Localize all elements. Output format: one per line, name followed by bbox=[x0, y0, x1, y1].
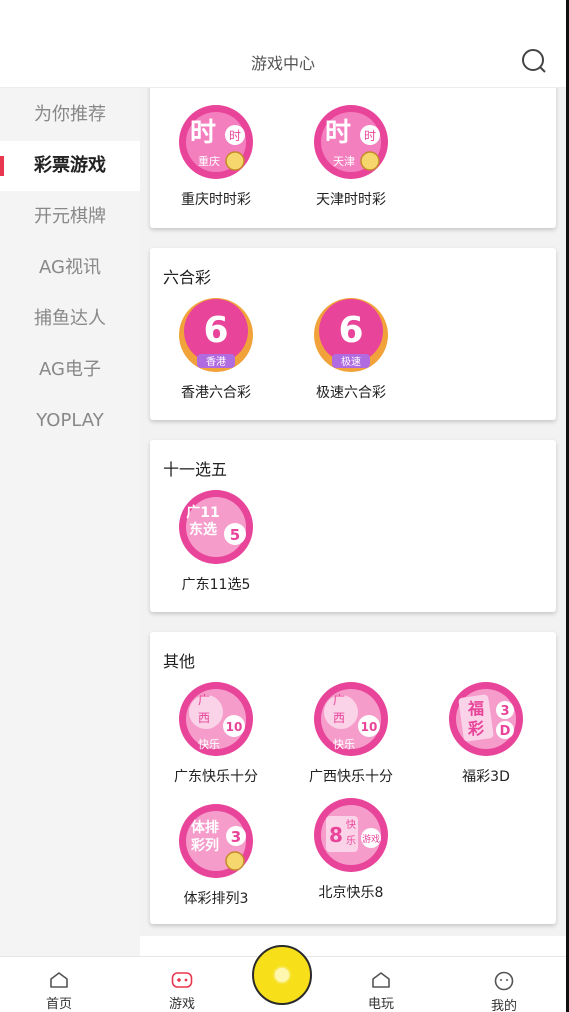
game-label: 重庆时时彩 bbox=[181, 192, 251, 208]
speed-mark-six-icon: 6 极速 bbox=[314, 298, 388, 372]
game-list[interactable]: 时 时 重庆 重庆时时彩 时 时 天津 天津时时彩 六合彩 6 香港 香港六合彩… bbox=[140, 88, 566, 936]
game-guangdong-happy10[interactable]: 广 西 10 快乐 广东快乐十分 bbox=[156, 682, 276, 786]
svg-text:快乐: 快乐 bbox=[198, 738, 220, 751]
game-label: 极速六合彩 bbox=[316, 385, 386, 401]
category-sidebar: 为你推荐 彩票游戏 开元棋牌 AG视讯 捕鱼达人 AG电子 YOPLAY bbox=[0, 88, 140, 956]
game-chongqing-ssc[interactable]: 时 时 重庆 重庆时时彩 bbox=[156, 105, 276, 209]
game-fucai-3d[interactable]: 福 彩 3 D 福彩3D bbox=[426, 682, 546, 786]
search-icon[interactable] bbox=[521, 48, 547, 74]
tab-label: 首页 bbox=[45, 997, 72, 1012]
sidebar-item-fishing[interactable]: 捕鱼达人 bbox=[0, 294, 140, 344]
svg-text:游戏: 游戏 bbox=[362, 833, 380, 845]
svg-text:福: 福 bbox=[467, 699, 484, 718]
svg-text:广11: 广11 bbox=[186, 504, 219, 521]
game-label: 广西快乐十分 bbox=[309, 769, 393, 785]
game-label: 香港六合彩 bbox=[181, 385, 251, 401]
hk-mark-six-icon: 6 香港 bbox=[179, 298, 253, 372]
sidebar-item-recommend[interactable]: 为你推荐 bbox=[0, 90, 140, 140]
svg-text:广: 广 bbox=[333, 693, 345, 707]
ticai-pl3-icon: 体排 彩列 3 bbox=[179, 804, 253, 878]
svg-text:乐: 乐 bbox=[346, 835, 356, 847]
game-label: 福彩3D bbox=[462, 769, 510, 785]
guangdong-happy10-icon: 广 西 10 快乐 bbox=[179, 682, 253, 756]
guangxi-happy10-icon: 广 西 10 快乐 bbox=[314, 682, 388, 756]
center-action-button[interactable] bbox=[252, 945, 312, 1005]
svg-text:天津: 天津 bbox=[333, 155, 355, 168]
home-icon bbox=[50, 972, 68, 988]
game-label: 广东11选5 bbox=[181, 577, 251, 593]
svg-text:西: 西 bbox=[198, 711, 210, 725]
svg-text:6: 6 bbox=[338, 310, 363, 351]
svg-text:香港: 香港 bbox=[206, 356, 226, 368]
section-title: 其他 bbox=[163, 652, 196, 671]
sidebar-item-ag-live[interactable]: AG视讯 bbox=[0, 243, 140, 293]
top-header: 游戏中心 bbox=[0, 0, 566, 88]
tab-label: 电玩 bbox=[367, 997, 394, 1012]
svg-text:时: 时 bbox=[364, 129, 376, 143]
arcade-icon bbox=[372, 972, 390, 988]
svg-text:西: 西 bbox=[333, 711, 345, 725]
profile-icon bbox=[494, 971, 514, 991]
svg-text:彩: 彩 bbox=[467, 719, 484, 738]
game-guangdong-11x5[interactable]: 广11 东选 5 广东11选5 bbox=[156, 490, 276, 594]
svg-text:彩列: 彩列 bbox=[190, 837, 219, 854]
svg-text:时: 时 bbox=[229, 129, 241, 143]
svg-text:体排: 体排 bbox=[191, 819, 219, 836]
game-beijing-happy8[interactable]: 8 快 乐 游戏 北京快乐8 bbox=[291, 798, 411, 902]
game-label: 体彩排列3 bbox=[183, 891, 249, 907]
section-11x5: 十一选五 广11 东选 5 广东11选5 bbox=[150, 440, 556, 612]
tab-label: 我的 bbox=[490, 999, 517, 1012]
svg-text:8: 8 bbox=[329, 823, 343, 847]
svg-text:5: 5 bbox=[230, 526, 240, 544]
section-time-lottery: 时 时 重庆 重庆时时彩 时 时 天津 天津时时彩 bbox=[150, 88, 556, 228]
sidebar-item-yoplay[interactable]: YOPLAY bbox=[0, 396, 140, 446]
sidebar-item-lottery[interactable]: 彩票游戏 bbox=[0, 141, 140, 191]
svg-text:快: 快 bbox=[346, 819, 356, 831]
game-tianjin-ssc[interactable]: 时 时 天津 天津时时彩 bbox=[291, 105, 411, 209]
svg-text:快乐: 快乐 bbox=[333, 738, 355, 751]
chongqing-ssc-icon: 时 时 重庆 bbox=[179, 105, 253, 179]
section-title: 六合彩 bbox=[163, 268, 212, 287]
beijing-happy8-icon: 8 快 乐 游戏 bbox=[314, 798, 388, 872]
svg-text:10: 10 bbox=[361, 720, 378, 734]
svg-text:3: 3 bbox=[231, 828, 241, 846]
svg-text:时: 时 bbox=[190, 118, 216, 148]
game-speed-mark-six[interactable]: 6 极速 极速六合彩 bbox=[291, 298, 411, 402]
game-label: 广东快乐十分 bbox=[174, 769, 258, 785]
game-ticai-pl3[interactable]: 体排 彩列 3 体彩排列3 bbox=[156, 804, 276, 908]
section-other: 其他 广 西 10 快乐 广东快乐十分 广 西 10 快乐 广西快乐十分 福 彩… bbox=[150, 632, 556, 924]
tab-label: 游戏 bbox=[168, 997, 195, 1012]
game-label: 天津时时彩 bbox=[316, 192, 386, 208]
tianjin-ssc-icon: 时 时 天津 bbox=[314, 105, 388, 179]
svg-text:时: 时 bbox=[325, 118, 351, 148]
svg-text:6: 6 bbox=[203, 310, 228, 351]
section-title: 十一选五 bbox=[163, 460, 228, 479]
section-mark-six: 六合彩 6 香港 香港六合彩 6 极速 极速六合彩 bbox=[150, 248, 556, 420]
game-guangxi-happy10[interactable]: 广 西 10 快乐 广西快乐十分 bbox=[291, 682, 411, 786]
page-title: 游戏中心 bbox=[250, 54, 315, 73]
center-button-dot bbox=[275, 968, 289, 982]
gamepad-icon bbox=[171, 972, 193, 988]
svg-text:重庆: 重庆 bbox=[198, 154, 220, 168]
svg-text:D: D bbox=[500, 724, 511, 739]
guangdong-11x5-icon: 广11 东选 5 bbox=[179, 490, 253, 564]
svg-text:极速: 极速 bbox=[341, 355, 361, 368]
tab-home[interactable]: 首页 bbox=[19, 957, 99, 1012]
svg-text:3: 3 bbox=[500, 704, 509, 719]
svg-text:广: 广 bbox=[198, 693, 210, 707]
tab-arcade[interactable]: 电玩 bbox=[341, 957, 421, 1012]
game-label: 北京快乐8 bbox=[318, 885, 384, 901]
fucai-3d-icon: 福 彩 3 D bbox=[449, 682, 523, 756]
sidebar-item-kaiyuan-chess[interactable]: 开元棋牌 bbox=[0, 192, 140, 242]
svg-text:东选: 东选 bbox=[189, 521, 217, 538]
tab-games[interactable]: 游戏 bbox=[142, 957, 222, 1012]
game-hk-mark-six[interactable]: 6 香港 香港六合彩 bbox=[156, 298, 276, 402]
svg-text:10: 10 bbox=[226, 720, 243, 734]
sidebar-item-ag-electronic[interactable]: AG电子 bbox=[0, 345, 140, 395]
tab-profile[interactable]: 我的 bbox=[464, 957, 544, 1012]
